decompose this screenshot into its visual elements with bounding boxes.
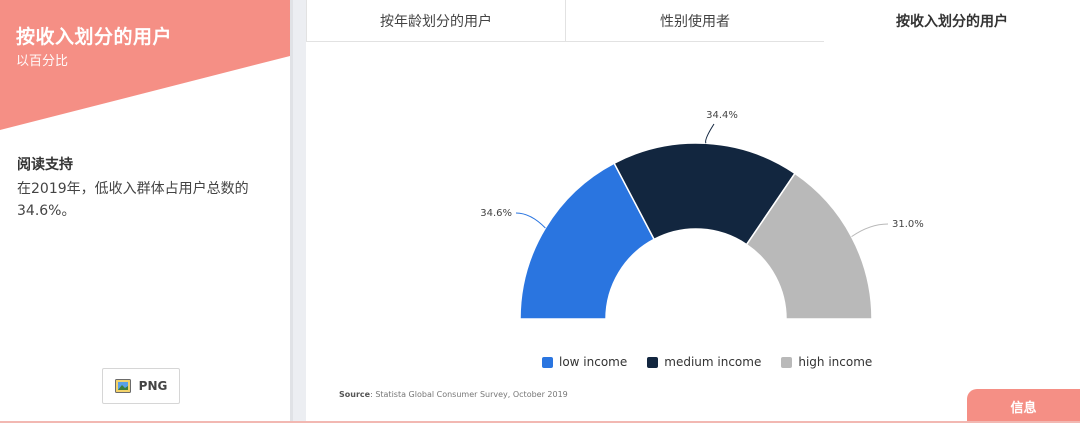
left-panel: 按收入划分的用户 以百分比 阅读支持 在2019年，低收入群体占用户总数的34.… <box>0 0 290 423</box>
tab-bar: 按年龄划分的用户 性别使用者 按收入划分的用户 <box>306 0 1080 42</box>
legend-item-high-income[interactable]: high income <box>781 355 872 369</box>
chart-panel: 按年龄划分的用户 性别使用者 按收入划分的用户 34.6% 34.4% 31.0% … <box>306 0 1080 423</box>
data-label-medium-income: 34.4% <box>706 110 738 121</box>
data-label-low-income: 34.6% <box>480 208 512 219</box>
chart-title: 按收入划分的用户 <box>16 26 173 48</box>
connector-medium-income <box>705 123 715 144</box>
legend-item-medium-income[interactable]: medium income <box>647 355 761 369</box>
legend-label-high-income: high income <box>798 355 873 369</box>
info-button[interactable]: 信息 <box>967 389 1080 423</box>
chart-legend: low income medium income high income <box>542 355 872 369</box>
half-donut-chart: 34.6% 34.4% 31.0% <box>480 110 924 320</box>
png-download-button[interactable]: PNG <box>102 368 180 404</box>
reading-support-text: 在2019年，低收入群体占用户总数的34.6%。 <box>17 181 249 219</box>
legend-label-low-income: low income <box>559 355 628 369</box>
connector-low-income <box>515 212 546 229</box>
chart-subtitle: 以百分比 <box>16 54 69 69</box>
legend-swatch-high-income <box>781 356 793 368</box>
source-text: : Statista Global Consumer Survey, Octob… <box>370 390 568 399</box>
reading-support-heading: 阅读支持 <box>17 157 73 173</box>
legend-item-low-income[interactable]: low income <box>542 355 627 369</box>
tab-users-by-income[interactable]: 按收入划分的用户 <box>824 0 1080 42</box>
legend-label-medium-income: medium income <box>664 355 762 369</box>
tab-users-by-gender[interactable]: 性别使用者 <box>565 0 825 42</box>
data-label-high-income: 31.0% <box>892 219 924 230</box>
legend-swatch-low-income <box>542 356 553 368</box>
connector-high-income <box>851 223 889 238</box>
panel-divider <box>290 0 306 423</box>
tab-users-by-age[interactable]: 按年龄划分的用户 <box>306 0 566 42</box>
image-icon <box>114 379 131 393</box>
source-prefix: Source <box>339 390 371 399</box>
png-button-label: PNG <box>138 379 168 393</box>
legend-swatch-medium-income <box>647 356 659 368</box>
source-note: Source: Statista Global Consumer Survey,… <box>339 390 568 399</box>
